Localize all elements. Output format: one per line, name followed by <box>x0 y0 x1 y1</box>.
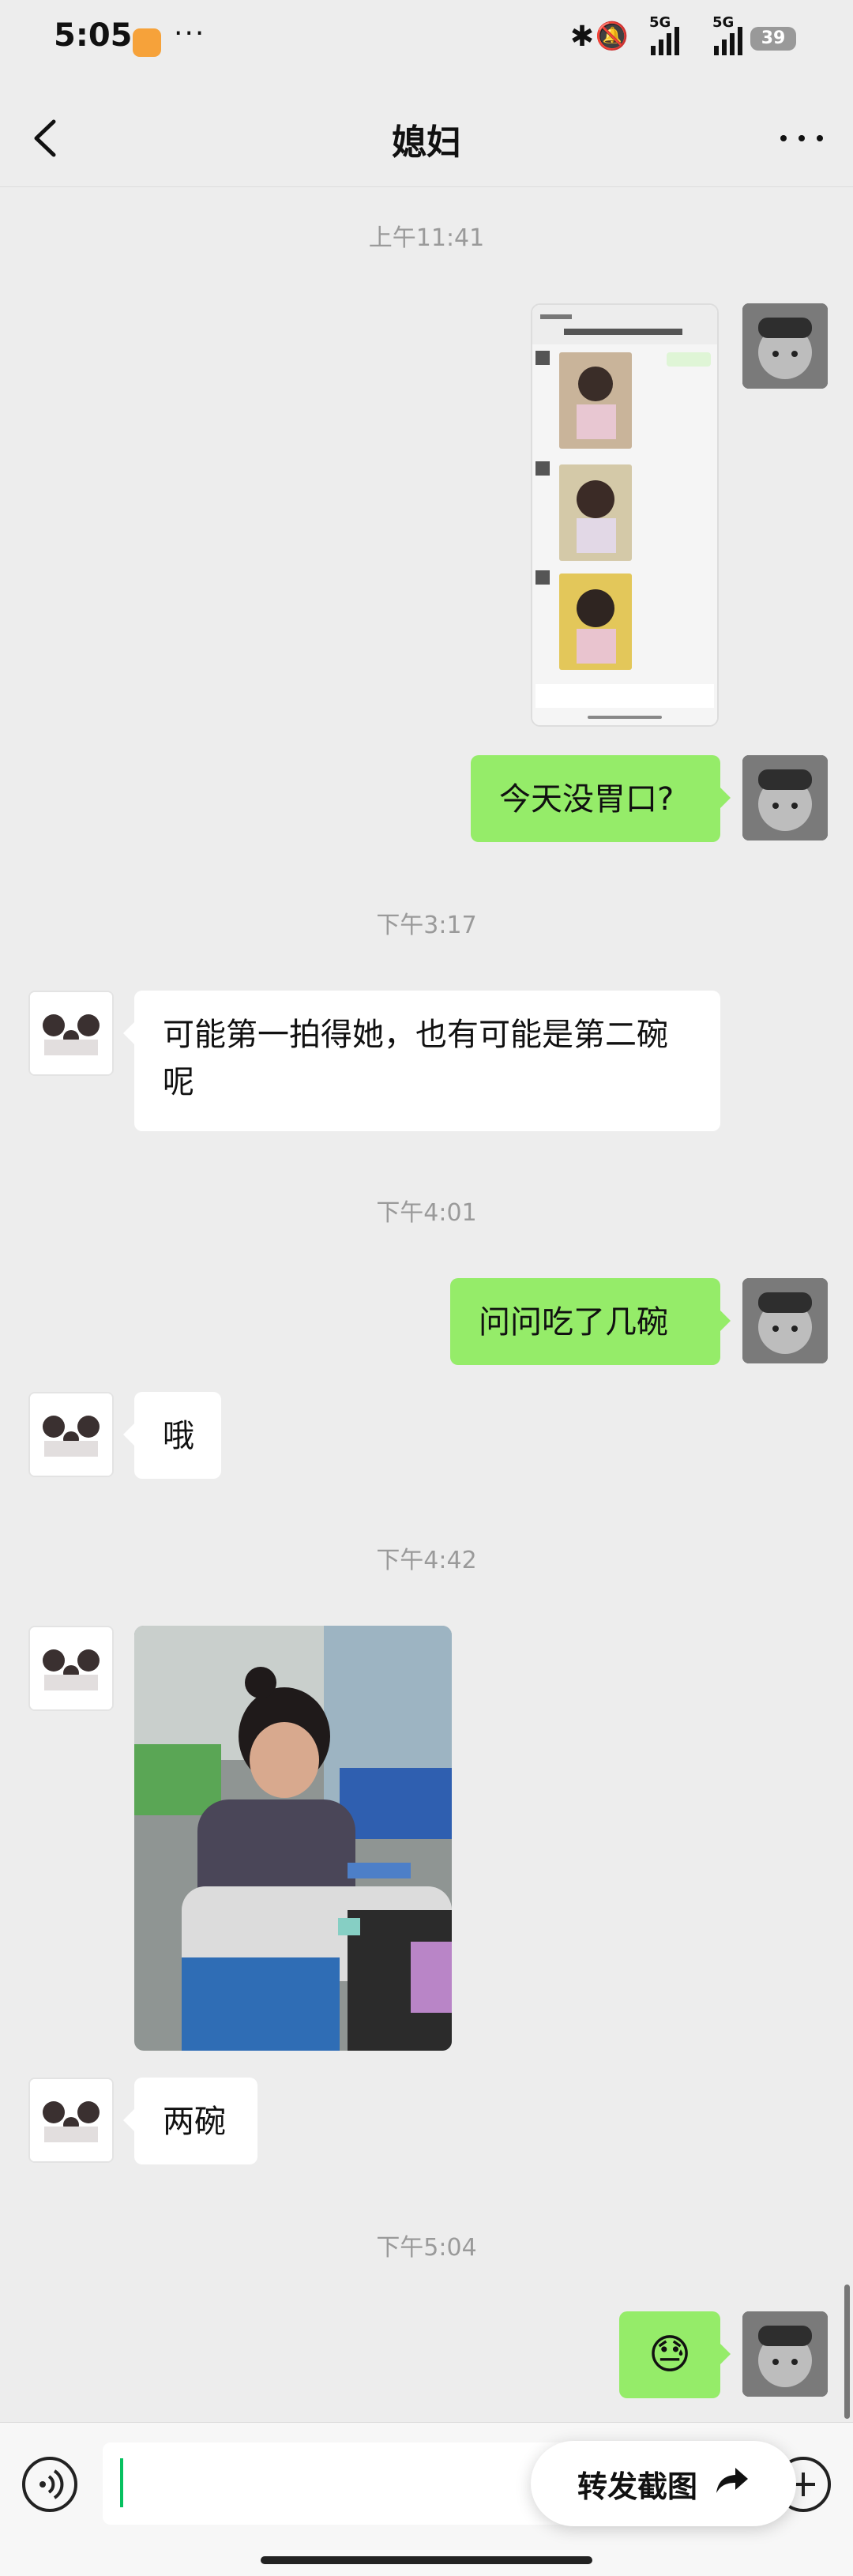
my-avatar[interactable] <box>742 303 828 389</box>
status-time: 5:05 <box>54 17 133 54</box>
my-avatar[interactable] <box>742 755 828 840</box>
bubble-tail <box>123 1022 134 1044</box>
bluetooth-icon: ✱ <box>569 21 594 53</box>
contact-avatar[interactable] <box>28 1626 114 1711</box>
message-bubble-sent[interactable]: 今天没胃口? <box>471 755 720 842</box>
forward-screenshot-label: 转发截图 <box>577 2469 697 2504</box>
screenshot-image-message[interactable] <box>531 303 719 727</box>
timestamp: 下午4:42 <box>376 1547 477 1574</box>
bubble-tail <box>720 2343 731 2365</box>
header-divider <box>0 186 853 187</box>
home-indicator[interactable] <box>261 2556 592 2564</box>
timestamp: 上午11:41 <box>368 224 485 252</box>
bubble-tail <box>123 1423 134 1446</box>
signal-icon-2: 5G <box>712 14 742 55</box>
forward-arrow-icon <box>715 2465 750 2503</box>
message-bubble-sent[interactable]: 😓 <box>619 2311 720 2398</box>
forward-screenshot-button[interactable]: 转发截图 <box>531 2441 796 2526</box>
contact-avatar[interactable] <box>28 2078 114 2163</box>
message-bubble-received[interactable]: 哦 <box>134 1392 221 1479</box>
app-notification-icon <box>133 28 161 57</box>
my-avatar[interactable] <box>742 1278 828 1363</box>
bubble-tail <box>720 1310 731 1332</box>
mute-icon: 🔕 <box>595 21 629 52</box>
bubble-tail <box>123 2109 134 2131</box>
text-caret <box>120 2458 123 2507</box>
signal-icon: 5G <box>649 14 679 55</box>
contact-avatar[interactable] <box>28 1392 114 1477</box>
contact-avatar[interactable] <box>28 991 114 1076</box>
bubble-tail <box>720 787 731 809</box>
photo-message[interactable] <box>134 1626 452 2051</box>
timestamp: 下午5:04 <box>376 2234 477 2262</box>
more-notifications-indicator: ··· <box>174 17 206 50</box>
scrollbar[interactable] <box>844 2285 850 2419</box>
timestamp: 下午3:17 <box>376 912 477 939</box>
battery-indicator: 39 <box>750 27 796 51</box>
message-bubble-received[interactable]: 两碗 <box>134 2078 257 2164</box>
more-icon[interactable] <box>774 118 829 158</box>
message-bubble-sent[interactable]: 问问吃了几碗 <box>450 1278 720 1365</box>
voice-icon[interactable] <box>22 2457 77 2512</box>
message-bubble-received[interactable]: 可能第一拍得她，也有可能是第二碗呢 <box>134 991 720 1131</box>
timestamp: 下午4:01 <box>376 1199 477 1227</box>
my-avatar[interactable] <box>742 2311 828 2397</box>
chat-title: 媳妇 <box>392 122 461 163</box>
